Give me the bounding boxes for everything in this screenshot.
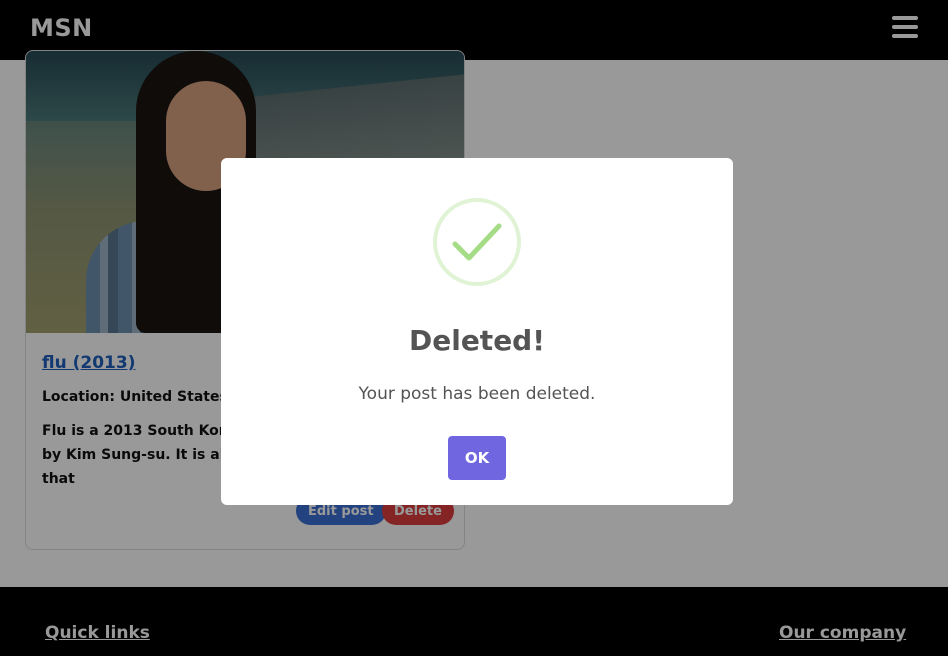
checkmark-icon (433, 198, 521, 286)
success-dialog: Deleted! Your post has been deleted. OK (221, 158, 733, 505)
dialog-message: Your post has been deleted. (358, 384, 596, 404)
dialog-title: Deleted! (408, 324, 545, 357)
ok-button[interactable]: OK (448, 436, 506, 480)
